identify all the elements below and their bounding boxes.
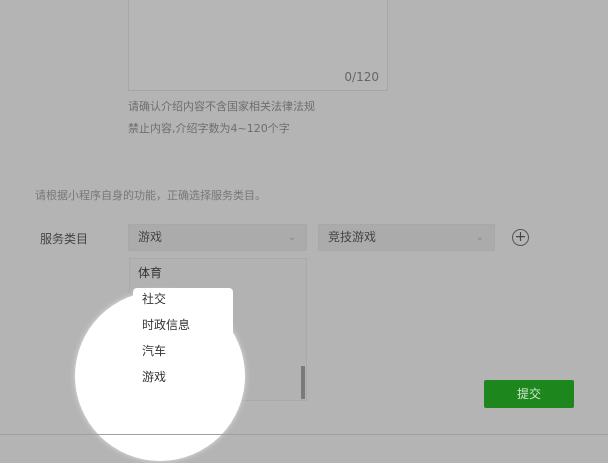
- add-category-icon[interactable]: +: [512, 229, 529, 246]
- chevron-down-icon: ⌄: [475, 232, 484, 243]
- dropdown-scrollbar[interactable]: [301, 366, 305, 399]
- char-counter: 0/120: [344, 70, 379, 84]
- chevron-down-icon: ⌄: [287, 232, 296, 243]
- submit-button[interactable]: 提交: [484, 380, 574, 408]
- help-text-2: 禁止内容,介绍字数为4~120个字: [128, 122, 290, 135]
- option-auto[interactable]: 汽车: [142, 342, 166, 359]
- divider: [0, 434, 608, 435]
- help-text-1: 请确认介绍内容不含国家相关法律法规: [128, 100, 315, 113]
- option-games[interactable]: 游戏: [142, 368, 166, 385]
- option-politics[interactable]: 时政信息: [142, 316, 190, 333]
- service-label: 服务类目: [40, 232, 89, 246]
- service-hint: 请根据小程序自身的功能，正确选择服务类目。: [35, 189, 266, 202]
- primary-category-select[interactable]: 游戏 ⌄: [128, 224, 307, 251]
- option-social[interactable]: 社交: [142, 290, 166, 307]
- primary-category-value: 游戏: [138, 230, 163, 244]
- secondary-category-value: 竞技游戏: [328, 230, 377, 244]
- option-sports[interactable]: 体育: [138, 264, 162, 281]
- secondary-category-select[interactable]: 竞技游戏 ⌄: [318, 224, 495, 251]
- intro-textarea[interactable]: 0/120: [128, 0, 388, 91]
